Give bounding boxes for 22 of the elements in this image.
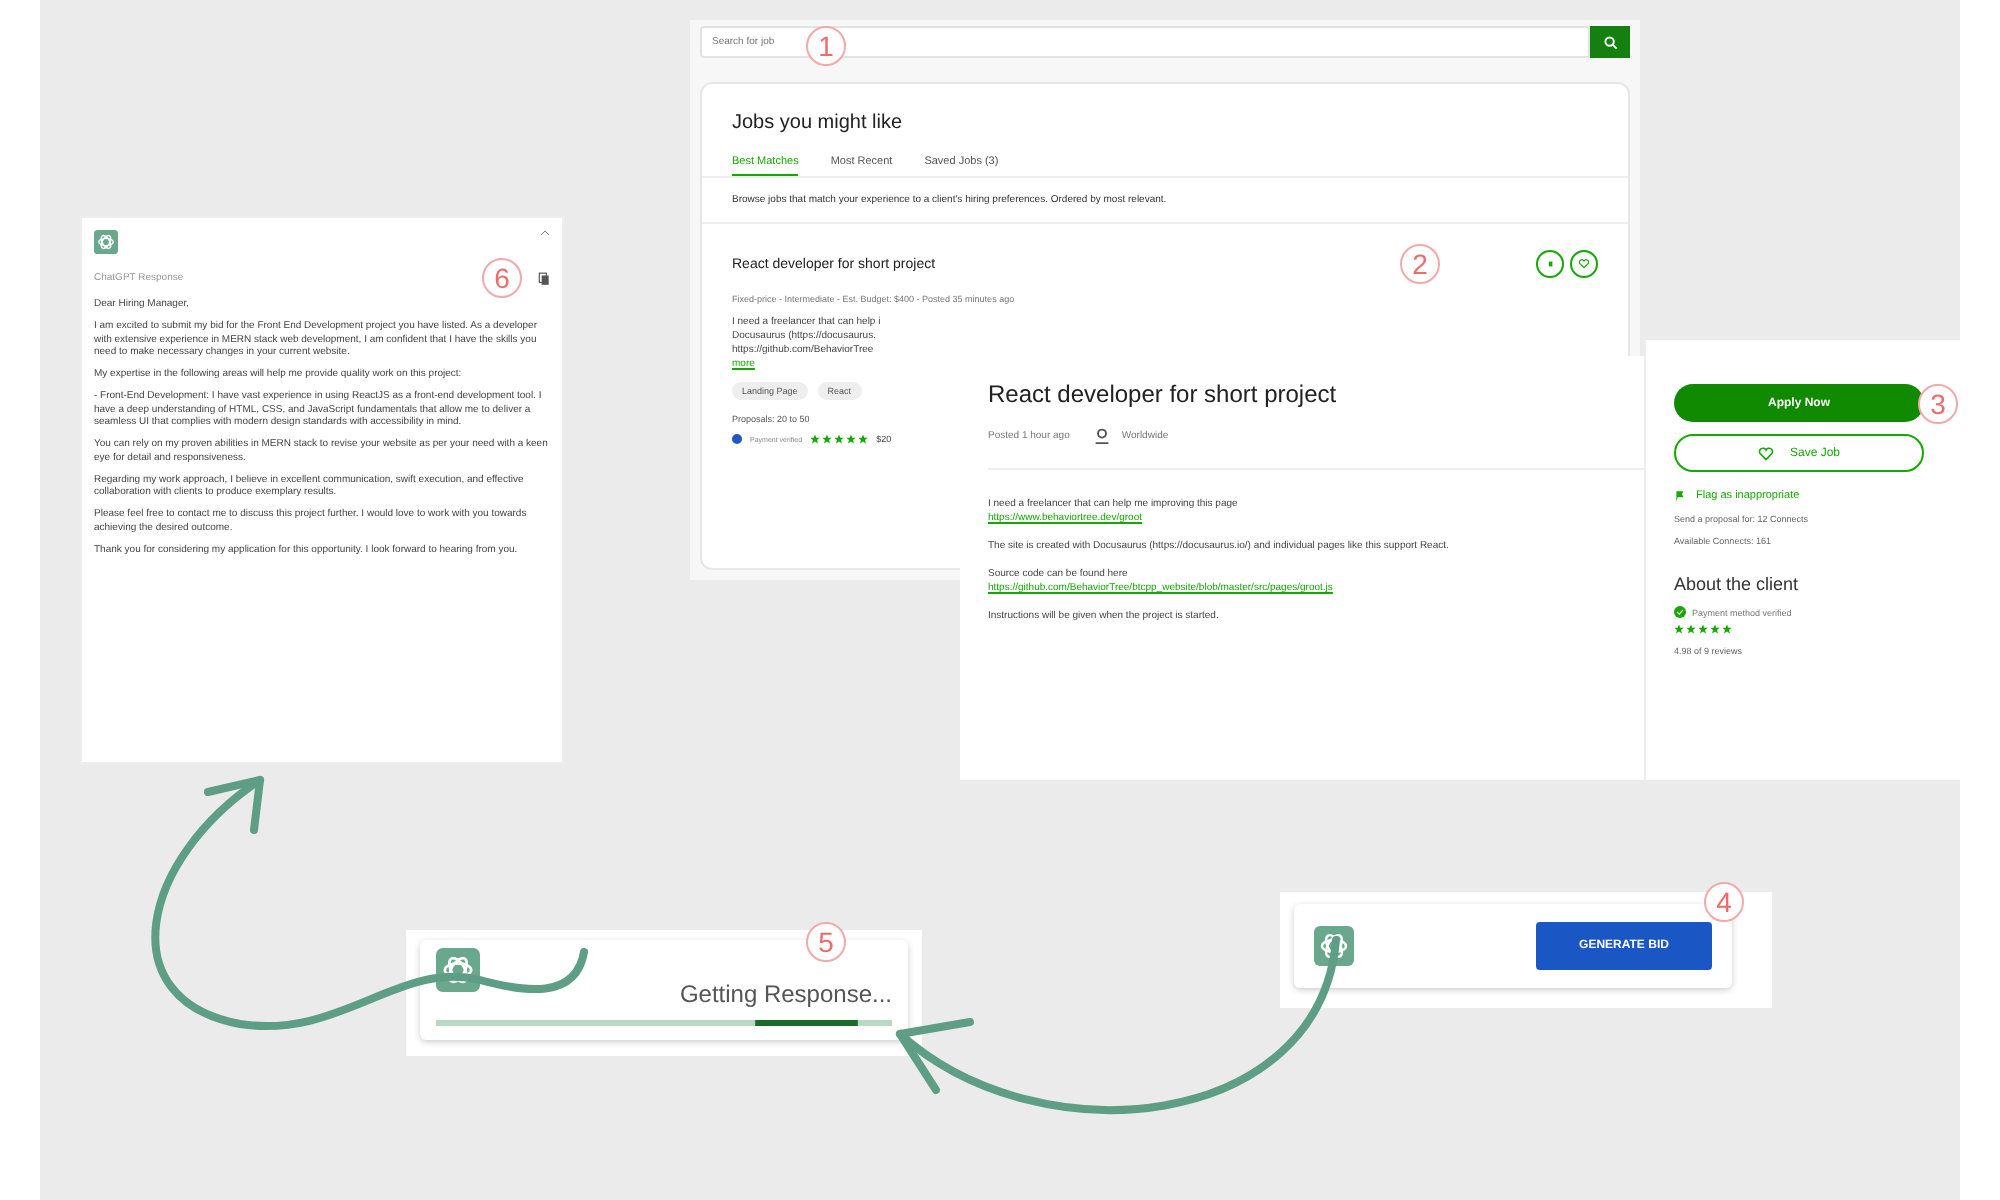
check-icon <box>1674 606 1686 618</box>
flag-icon <box>1674 490 1686 502</box>
search-icon <box>1603 35 1617 49</box>
step-number: 6 <box>482 258 522 298</box>
heart-icon <box>1757 445 1774 461</box>
verified-icon <box>732 434 742 444</box>
status-text: Getting Response... <box>679 980 892 1008</box>
logo-icon <box>94 230 118 254</box>
copy-icon[interactable] <box>538 271 550 285</box>
dislike-button[interactable] <box>1536 250 1564 278</box>
step-number: 2 <box>1400 244 1440 284</box>
step-number: 4 <box>1704 882 1744 922</box>
collapse-icon[interactable] <box>540 230 550 236</box>
step-number: 3 <box>1918 384 1958 424</box>
save-button[interactable] <box>1570 250 1598 278</box>
section-title: About the client <box>1674 574 1799 594</box>
section-title: Jobs you might like <box>730 110 905 138</box>
heart-icon <box>1578 258 1590 270</box>
job-title: React developer for short project <box>988 380 1339 408</box>
search-button[interactable] <box>1590 26 1630 58</box>
location-pin-icon <box>1093 428 1110 444</box>
step-number: 5 <box>806 922 846 962</box>
